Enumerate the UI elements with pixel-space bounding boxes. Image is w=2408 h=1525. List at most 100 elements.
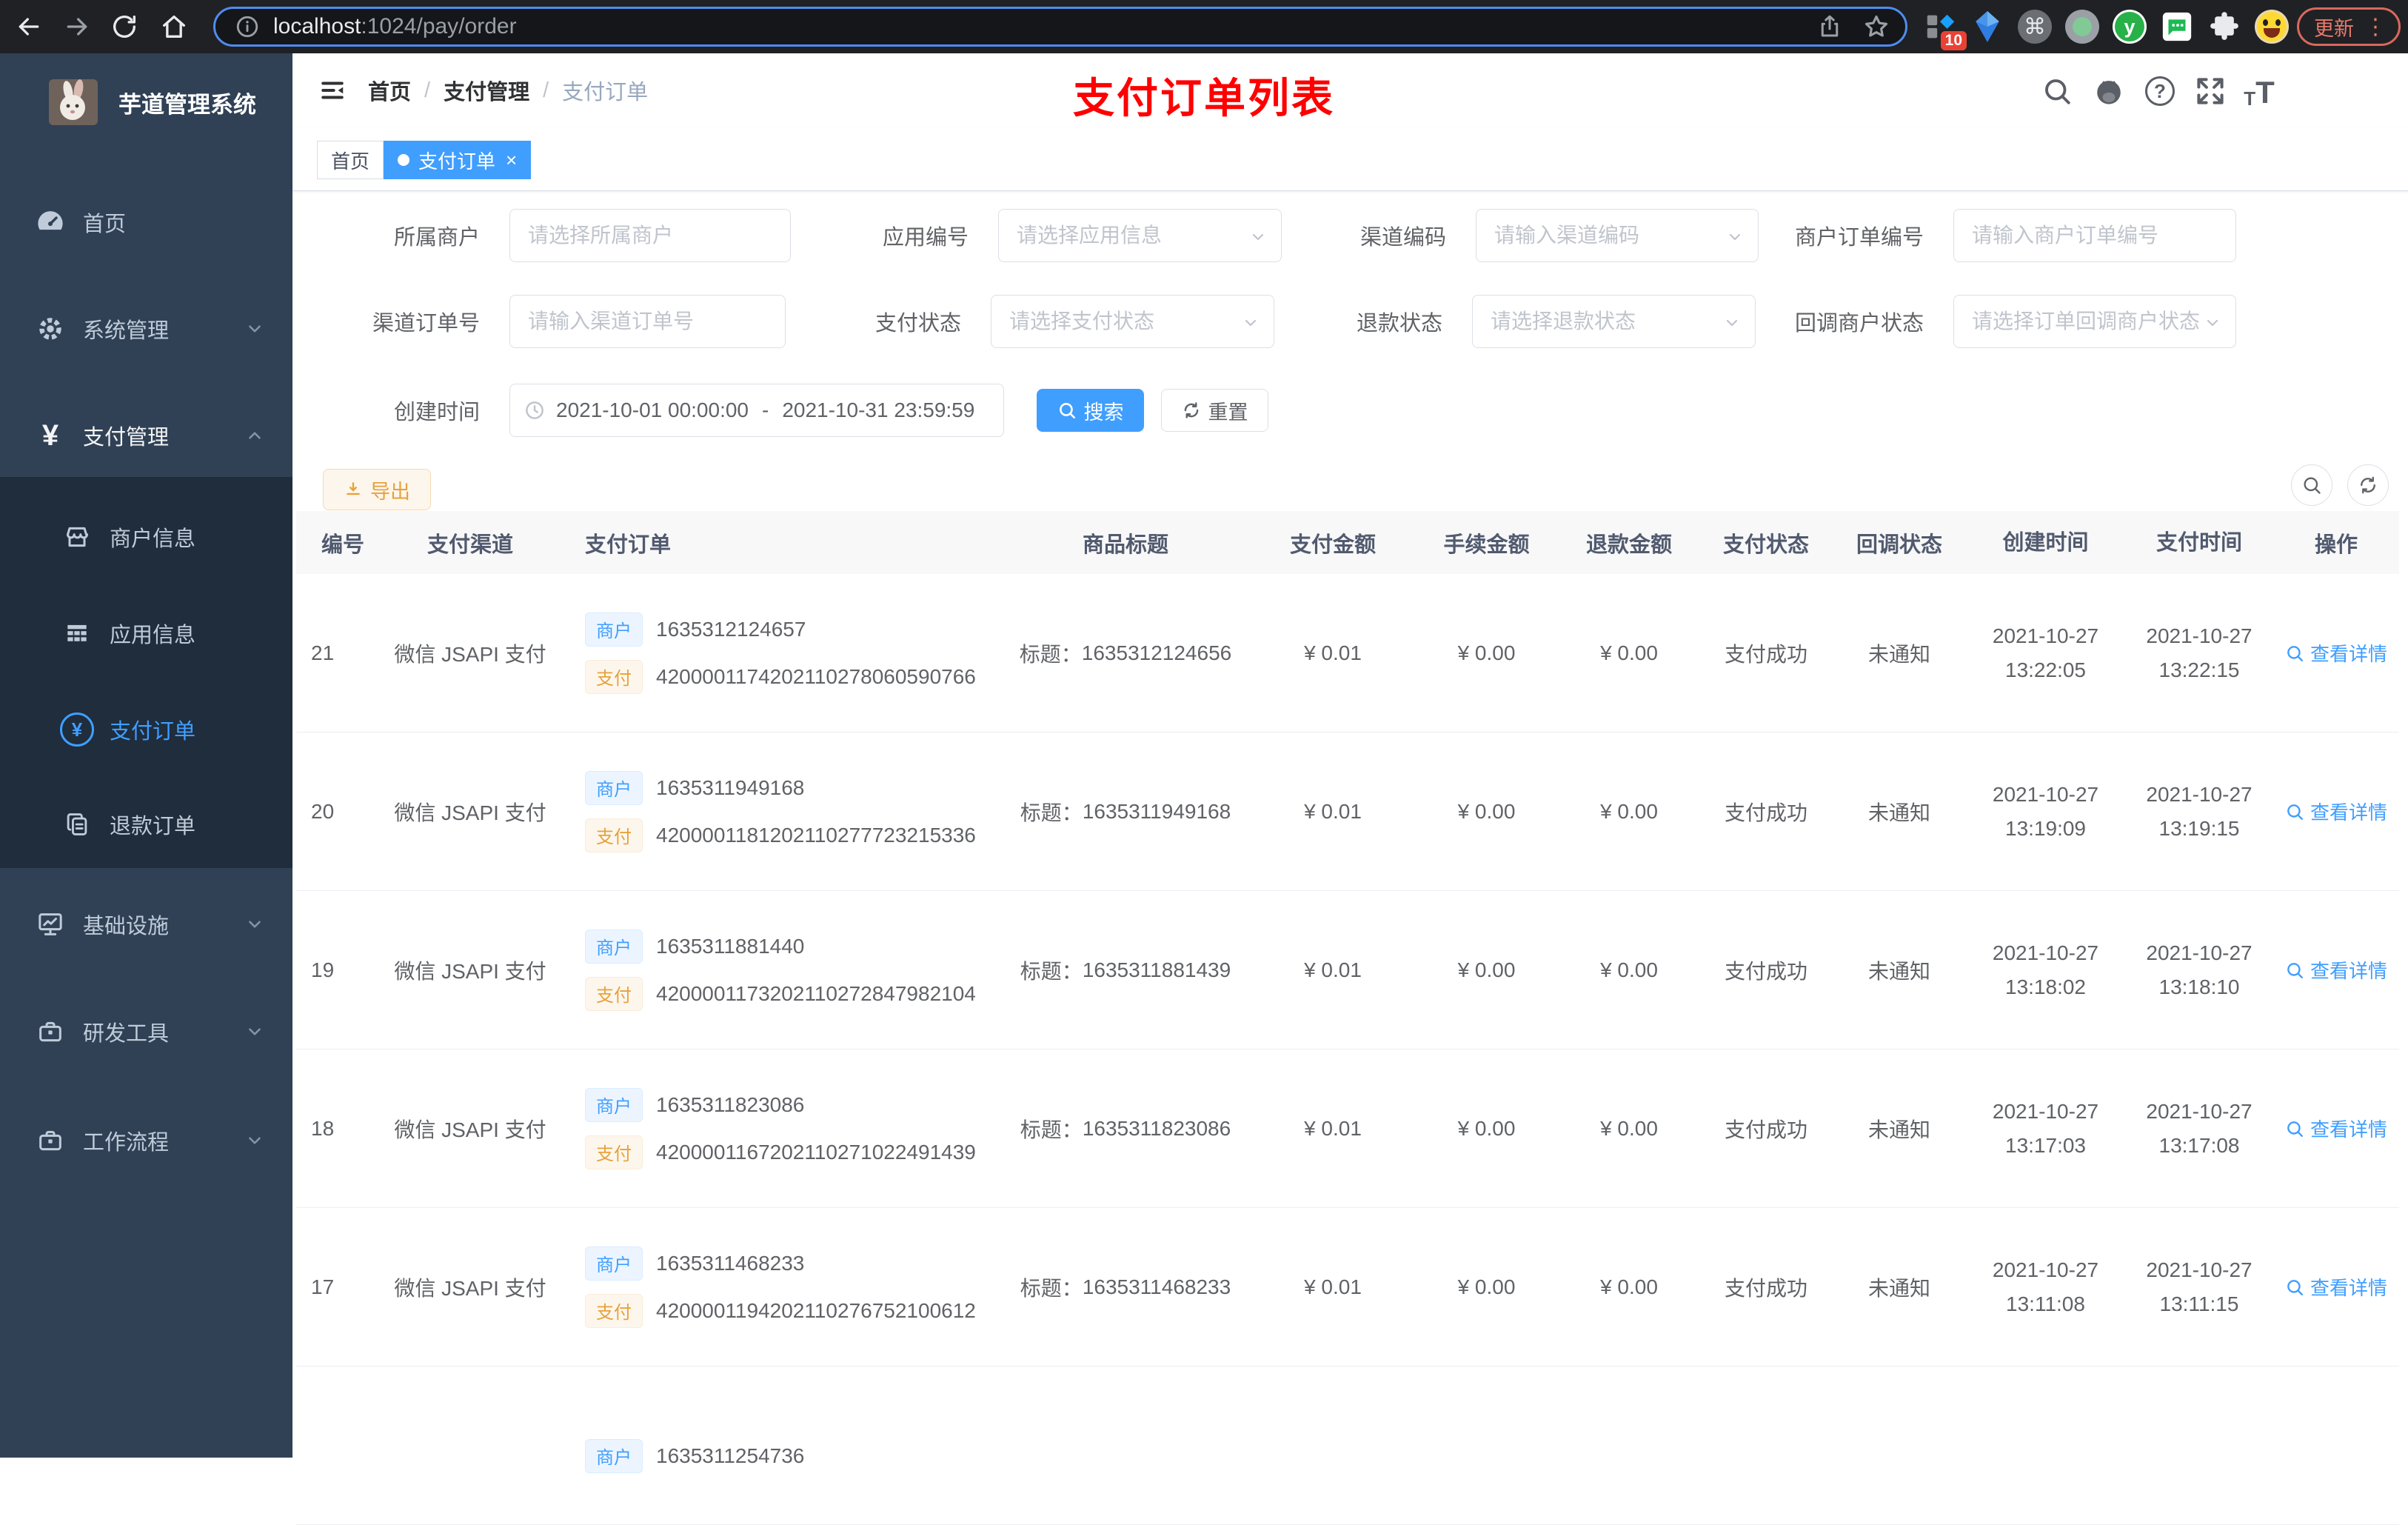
sidebar-item-label: 首页 [83,213,127,236]
pay-tag: 支付 [585,976,643,1011]
breadcrumb-home[interactable]: 首页 [368,75,411,106]
cell-id: 17 [311,1275,335,1298]
extensions-menu-button[interactable] [2207,9,2242,44]
tag-home[interactable]: 首页 [317,141,384,179]
browser-forward-button[interactable] [56,6,98,47]
extension-y-icon[interactable]: y [2112,9,2147,44]
extension-shortcuts-icon[interactable]: ⌘ [2017,9,2053,44]
sidebar-item-refund-order[interactable]: 退款订单 [0,783,292,866]
merchant-order-no-input[interactable] [1953,209,2236,262]
merchant-filter-input[interactable] [509,209,791,262]
address-bar[interactable]: localhost:1024/pay/order [213,7,1907,47]
cell-paid-time: 2021-10-27 13:19:15 [2146,782,2253,840]
header-search-button[interactable] [2040,74,2074,108]
cell-created-time: 2021-10-27 13:18:02 [1992,941,2099,998]
sidebar-logo[interactable]: 芋道管理系统 [0,64,292,141]
sidebar-item-app-info[interactable]: 应用信息 [0,592,292,675]
chevron-down-icon [245,1131,264,1150]
col-header-amount: 支付金额 [1289,533,1376,557]
search-button[interactable]: 搜索 [1037,389,1144,432]
cell-title: 标题： 1635311949168 [1020,799,1231,824]
pay-status-select[interactable] [991,295,1274,348]
emoji-face-icon [2255,10,2289,44]
search-icon [2287,804,2303,820]
cell-fee: ¥ 0.00 [1457,1275,1516,1298]
extension-gem-icon[interactable] [1970,9,2005,44]
briefcase-icon [27,1126,74,1155]
sidebar-item-label: 工作流程 [83,1131,170,1155]
profile-avatar-icon[interactable] [2254,9,2290,44]
sidebar-collapse-button[interactable] [318,76,347,104]
pay-order-no: 4200001181202110277723215336 [656,823,976,847]
tag-pay-order[interactable]: 支付订单 × [384,141,532,179]
browser-home-button[interactable] [153,6,195,47]
pay-tag: 支付 [585,659,643,694]
view-detail-link[interactable]: 查看详情 [2285,798,2387,825]
view-detail-link[interactable]: 查看详情 [2285,1273,2387,1301]
fullscreen-button[interactable] [2193,74,2227,108]
font-size-button[interactable]: TT [2242,74,2276,109]
cell-notify: 未通知 [1867,801,1930,824]
sidebar-item-workflow[interactable]: 工作流程 [0,1099,292,1182]
sidebar-item-pay-order[interactable]: ¥ 支付订单 [0,688,292,771]
yen-circle-icon: ¥ [53,713,101,747]
browser-update-button[interactable]: 更新 ⋮ [2297,7,2401,46]
extension-chat-icon[interactable] [2159,9,2195,44]
cell-id: 21 [311,641,335,664]
table-row: 19 微信 JSAPI 支付 商户 1635311881440 支付 4200001… [296,891,2399,1050]
chevron-down-icon [245,319,264,338]
extension-status-icon[interactable] [2064,9,2100,44]
rabbit-logo-icon [49,79,98,125]
extension-tampermonkey-icon[interactable]: 10 [1922,9,1967,50]
bookmark-star-icon[interactable] [1862,13,1890,41]
sidebar-item-infrastructure[interactable]: 基础设施 [0,883,292,966]
view-detail-link[interactable]: 查看详情 [2285,1115,2387,1142]
cell-order-numbers: 商户 1635311468233 支付 4200001194202110276752… [563,1246,1000,1328]
table-grid-icon [53,619,101,647]
breadcrumb-separator: / [543,78,549,102]
sidebar-item-dev-tools[interactable]: 研发工具 [0,990,292,1073]
hide-search-button[interactable] [2291,464,2332,506]
close-icon[interactable]: × [506,149,517,172]
download-icon [347,482,360,495]
cell-order-numbers: 商户 1635311823086 支付 4200001167202110271022… [563,1087,1000,1169]
browser-menu-icon[interactable]: ⋮ [2364,14,2387,40]
col-header-title: 商品标题 [1082,533,1168,557]
notify-status-select[interactable] [1953,295,2236,348]
export-button[interactable]: 导出 [323,469,431,510]
col-header-id: 编号 [321,533,365,557]
browser-back-button[interactable] [8,6,50,47]
reset-button[interactable]: 重置 [1161,389,1268,432]
export-button-label: 导出 [370,480,410,503]
pay-tag: 支付 [585,818,643,852]
refresh-list-button[interactable] [2347,464,2389,506]
view-detail-link[interactable]: 查看详情 [2285,956,2387,984]
cell-status: 支付成功 [1724,959,1807,983]
date-end-value: 2021-10-31 23:59:59 [782,398,975,421]
channel-order-no-input[interactable] [509,295,786,348]
sidebar-item-merchant-info[interactable]: 商户信息 [0,495,292,578]
view-detail-link[interactable]: 查看详情 [2285,639,2387,667]
github-link-button[interactable] [2092,74,2126,108]
date-range-picker[interactable]: 2021-10-01 00:00:00 - 2021-10-31 23:59:5… [509,384,1004,437]
app-filter-select[interactable] [998,209,1282,262]
green-dot-icon [2065,10,2099,44]
logo-rabbit-image [49,79,98,125]
browser-reload-button[interactable] [104,6,145,47]
help-doc-button[interactable]: ? [2143,74,2177,108]
cell-status: 支付成功 [1724,1276,1807,1300]
sidebar-item-system[interactable]: 系统管理 [0,287,292,370]
cell-amount: ¥ 0.01 [1304,1116,1362,1140]
sidebar-item-home[interactable]: 首页 [0,181,292,264]
table-row: 20 微信 JSAPI 支付 商户 1635311949168 支付 4200001… [296,733,2399,891]
cell-amount: ¥ 0.01 [1304,641,1362,664]
app-title: 芋道管理系统 [118,91,256,118]
merchant-tag: 商户 [585,770,643,805]
sidebar-item-payment[interactable]: ¥ 支付管理 [0,394,292,477]
question-icon: ? [2145,76,2175,106]
col-header-action: 操作 [2314,533,2358,557]
share-icon[interactable] [1816,13,1843,40]
cell-action: 查看详情 [2273,798,2399,825]
cell-paid-time: 2021-10-27 13:18:10 [2146,941,2253,998]
breadcrumb-payment[interactable]: 支付管理 [444,75,529,106]
